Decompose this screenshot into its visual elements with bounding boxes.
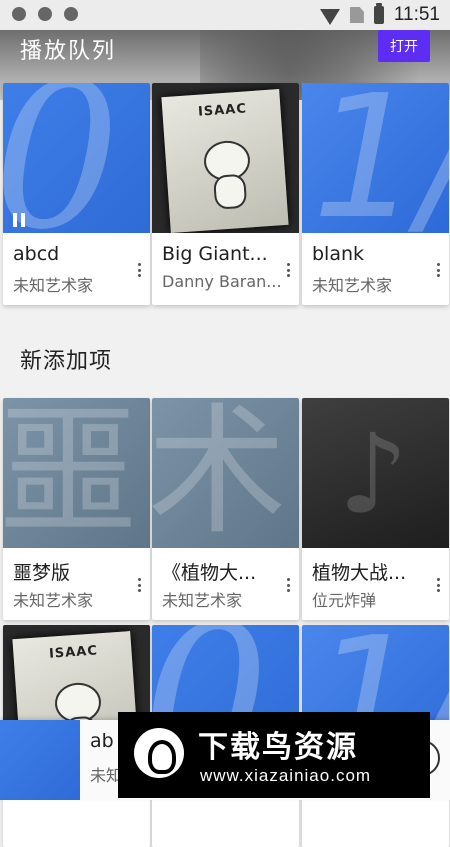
- more-options-icon[interactable]: [437, 263, 441, 277]
- card-title: blank: [312, 243, 365, 265]
- queue-card[interactable]: 1/ blank 未知艺术家: [302, 83, 449, 305]
- battery-charging-icon: [373, 3, 384, 24]
- more-options-icon[interactable]: [138, 263, 142, 277]
- isaac-logo: ISAAC: [197, 101, 248, 120]
- card-title: abcd: [13, 243, 60, 265]
- now-playing-title: ab: [90, 730, 114, 752]
- card-subtitle: 未知艺术家: [13, 591, 94, 610]
- more-options-icon[interactable]: [437, 578, 441, 592]
- recent-section-title: 新添加项: [20, 349, 113, 374]
- album-art: 噩: [3, 398, 150, 548]
- placeholder-glyph: 1/: [312, 83, 449, 233]
- recent-card[interactable]: ♪ 植物大战... 位元炸弹: [302, 398, 449, 620]
- card-subtitle: 未知艺术家: [13, 276, 94, 295]
- queue-card[interactable]: ISAAC Big Giant... Danny Baran...: [152, 83, 299, 305]
- card-subtitle: 位元炸弹: [312, 591, 377, 610]
- watermark-title: 下载鸟资源: [198, 730, 358, 765]
- open-queue-button[interactable]: 打开: [378, 30, 430, 62]
- card-subtitle: 未知艺术家: [312, 276, 393, 295]
- card-subtitle: Danny Baran...: [162, 272, 282, 291]
- placeholder-glyph: 0: [3, 83, 121, 233]
- status-bar: 11:51: [0, 0, 450, 30]
- wifi-icon: [319, 9, 340, 25]
- card-title: Big Giant...: [162, 243, 268, 265]
- more-options-icon[interactable]: [287, 263, 291, 277]
- placeholder-glyph: 噩: [3, 398, 139, 548]
- isaac-cover: ISAAC: [161, 89, 289, 233]
- album-art: ♪: [302, 398, 449, 548]
- now-playing-art: [0, 720, 80, 800]
- more-options-icon[interactable]: [287, 578, 291, 592]
- card-subtitle: 未知艺术家: [162, 591, 243, 610]
- status-right-icons: 11:51: [319, 3, 440, 26]
- pause-icon[interactable]: [13, 213, 25, 227]
- album-art: 术: [152, 398, 299, 548]
- status-time: 11:51: [393, 4, 440, 25]
- card-title: 噩梦版: [13, 562, 71, 584]
- album-art: 0: [3, 83, 150, 233]
- bug-icon: [38, 7, 52, 21]
- card-title: 《植物大...: [162, 562, 257, 584]
- watermark-banner: 下载鸟资源 www.xiazainiao.com: [118, 712, 430, 798]
- album-art: ISAAC: [152, 83, 299, 233]
- status-left-icons: [12, 7, 78, 21]
- music-note-icon: ♪: [338, 410, 409, 538]
- album-art: 1/: [302, 83, 449, 233]
- queue-card[interactable]: 0 abcd 未知艺术家: [3, 83, 150, 305]
- isaac-logo: ISAAC: [48, 643, 99, 662]
- queue-title: 播放队列: [20, 39, 117, 64]
- more-options-icon[interactable]: [138, 578, 142, 592]
- watermark-url: www.xiazainiao.com: [200, 766, 372, 785]
- isaac-body: [213, 173, 248, 210]
- card-title: 植物大战...: [312, 562, 407, 584]
- shield-icon: [12, 7, 26, 21]
- recent-card[interactable]: 术 《植物大... 未知艺术家: [152, 398, 299, 620]
- bird-logo-icon: [134, 728, 184, 778]
- shield-icon: [64, 7, 78, 21]
- no-sim-icon: [349, 7, 364, 23]
- placeholder-glyph: 术: [152, 398, 288, 548]
- recent-card[interactable]: 噩 噩梦版 未知艺术家: [3, 398, 150, 620]
